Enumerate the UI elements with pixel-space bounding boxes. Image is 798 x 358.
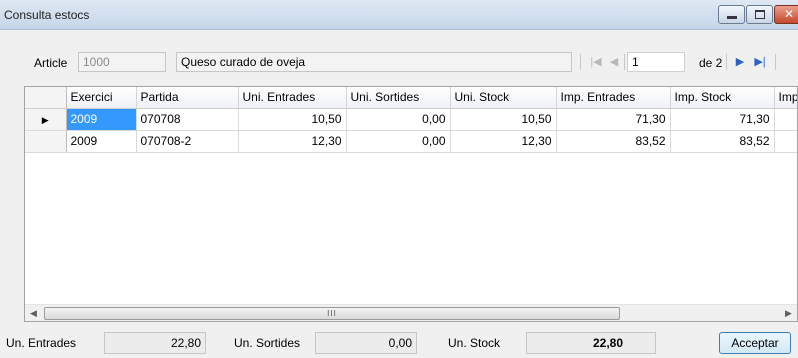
cell-exercici[interactable]: 2009 [66, 130, 137, 153]
column-header-uni-stock[interactable]: Uni. Stock [450, 87, 557, 109]
total-stock-field: 22,80 [526, 332, 656, 354]
navigator-separator [624, 54, 625, 70]
close-button[interactable]: ✕ [774, 5, 798, 24]
column-header-imp[interactable]: Imp [774, 87, 797, 109]
article-code-field[interactable]: 1000 [78, 52, 166, 72]
next-record-icon[interactable]: ▶ [732, 54, 748, 70]
total-sortides-field: 0,00 [315, 332, 417, 354]
record-count-label: de 2 [699, 56, 723, 70]
column-header-uni-entrades[interactable]: Uni. Entrades [238, 87, 347, 109]
scroll-right-icon[interactable]: ▶ [780, 305, 797, 321]
navigator-separator [580, 54, 581, 70]
window-title: Consulta estocs [4, 8, 90, 22]
cell-exercici[interactable]: 2009 [66, 108, 137, 131]
current-row-icon: ▶ [41, 115, 49, 125]
cell-imp-stock[interactable]: 83,52 [670, 130, 775, 153]
cell-imp-stock[interactable]: 71,30 [670, 108, 775, 131]
scrollbar-thumb[interactable]: III [44, 307, 620, 320]
close-icon: ✕ [783, 7, 795, 21]
column-header-imp-stock[interactable]: Imp. Stock [670, 87, 775, 109]
horizontal-scrollbar[interactable]: ◀ III ▶ [25, 304, 797, 321]
cell-uni-entrades[interactable]: 12,30 [238, 130, 347, 153]
navigator-separator [775, 54, 776, 70]
minimize-icon [727, 16, 737, 19]
cell-imp[interactable] [774, 108, 797, 131]
scroll-left-icon[interactable]: ◀ [25, 305, 42, 321]
total-entrades-label: Un. Entrades [6, 336, 77, 350]
cell-imp-entrades[interactable]: 83,52 [556, 130, 671, 153]
total-stock-label: Un. Stock [448, 336, 501, 350]
cell-uni-entrades[interactable]: 10,50 [238, 108, 347, 131]
record-position-input[interactable]: 1 [627, 52, 685, 72]
table-row[interactable]: 2009 070708-2 12,30 0,00 12,30 83,52 83,… [25, 130, 797, 153]
previous-record-icon[interactable]: ◀ [606, 54, 622, 70]
column-header-imp-entrades[interactable]: Imp. Entrades [556, 87, 671, 109]
stock-grid[interactable]: Exercici Partida Uni. Entrades Uni. Sort… [24, 86, 798, 322]
total-entrades-field: 22,80 [104, 332, 206, 354]
first-record-icon[interactable]: |◀ [588, 54, 604, 70]
column-header-uni-sortides[interactable]: Uni. Sortides [346, 87, 451, 109]
title-bar: Consulta estocs ✕ [0, 0, 798, 30]
scrollbar-grip: III [327, 309, 337, 318]
last-record-icon[interactable]: ▶| [752, 54, 768, 70]
row-header[interactable]: ▶ [25, 108, 67, 131]
table-row[interactable]: ▶ 2009 070708 10,50 0,00 10,50 71,30 71,… [25, 108, 797, 131]
cell-partida[interactable]: 070708-2 [136, 130, 239, 153]
cell-imp-entrades[interactable]: 71,30 [556, 108, 671, 131]
row-header-corner [25, 87, 67, 109]
cell-uni-sortides[interactable]: 0,00 [346, 108, 451, 131]
accept-button[interactable]: Acceptar [719, 332, 791, 354]
cell-imp[interactable] [774, 130, 797, 153]
stock-table: Exercici Partida Uni. Entrades Uni. Sort… [25, 87, 797, 153]
article-label: Article [34, 56, 68, 70]
row-header[interactable] [25, 130, 67, 153]
minimize-button[interactable] [718, 5, 745, 24]
column-header-partida[interactable]: Partida [136, 87, 239, 109]
total-sortides-label: Un. Sortides [234, 336, 301, 350]
maximize-icon [755, 10, 765, 19]
cell-uni-stock[interactable]: 10,50 [450, 108, 557, 131]
cell-uni-stock[interactable]: 12,30 [450, 130, 557, 153]
cell-uni-sortides[interactable]: 0,00 [346, 130, 451, 153]
navigator-separator [726, 54, 727, 70]
cell-partida[interactable]: 070708 [136, 108, 239, 131]
grid-header-row: Exercici Partida Uni. Entrades Uni. Sort… [25, 87, 797, 109]
article-description-field[interactable]: Queso curado de oveja [176, 52, 572, 72]
column-header-exercici[interactable]: Exercici [66, 87, 137, 109]
maximize-button[interactable] [746, 5, 773, 24]
